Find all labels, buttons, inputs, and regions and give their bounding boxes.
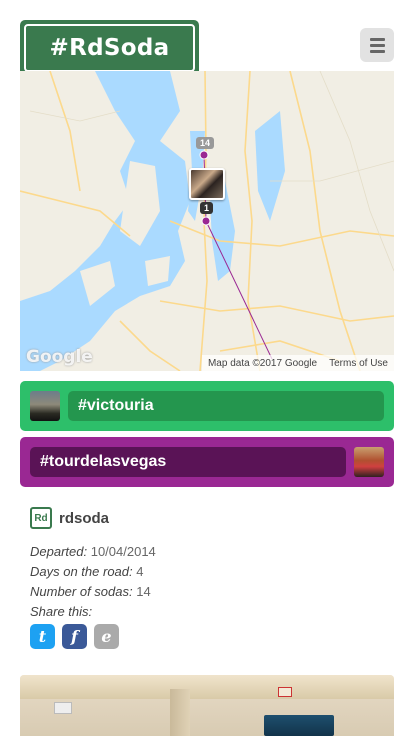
hamburger-icon [369, 37, 385, 41]
trip-photo[interactable] [20, 675, 394, 736]
header: #RdSoda [20, 20, 394, 76]
share-buttons: t f e [30, 624, 119, 649]
menu-button[interactable] [360, 28, 394, 62]
site-logo-text: #RdSoda [24, 24, 195, 72]
tour-thumbnail [354, 447, 384, 477]
terms-link[interactable]: Terms of Use [329, 358, 388, 369]
user-info: Rd rdsoda [30, 507, 109, 529]
map-marker-count-bottom[interactable]: 1 [200, 202, 214, 214]
tour-label[interactable]: #victouria [68, 391, 384, 421]
tour-card-victouria[interactable]: #victouria [20, 381, 394, 431]
map-attribution: Map data ©2017 Google Terms of Use [201, 355, 394, 371]
map-data-text: Map data ©2017 Google [207, 357, 318, 369]
share-label: Share this: [30, 604, 93, 619]
days-value: 4 [136, 564, 144, 579]
departed-row: Departed: 10/04/2014 [30, 544, 156, 559]
avatar[interactable]: Rd [30, 507, 52, 529]
trip-meta: Departed: 10/04/2014 Days on the road: 4… [30, 542, 156, 622]
sodas-row: Number of sodas: 14 [30, 584, 151, 599]
map-photo-marker[interactable] [189, 168, 225, 200]
sodas-value: 14 [136, 584, 151, 599]
map-canvas [20, 71, 394, 371]
user-name[interactable]: rdsoda [59, 510, 109, 527]
facebook-share-button[interactable]: f [62, 624, 87, 649]
google-logo: Google [26, 347, 93, 367]
site-logo[interactable]: #RdSoda [20, 20, 199, 76]
email-share-button[interactable]: e [94, 624, 119, 649]
days-row: Days on the road: 4 [30, 564, 144, 579]
tour-label[interactable]: #tourdelasvegas [30, 447, 346, 477]
twitter-share-button[interactable]: t [30, 624, 55, 649]
map-marker-count-top[interactable]: 14 [196, 137, 215, 149]
route-map[interactable]: 14 1 Google Map data ©2017 Google Terms … [20, 71, 394, 371]
departed-value: 10/04/2014 [90, 544, 156, 559]
tour-card-tourdelasvegas[interactable]: #tourdelasvegas [20, 437, 394, 487]
tour-thumbnail [30, 391, 60, 421]
